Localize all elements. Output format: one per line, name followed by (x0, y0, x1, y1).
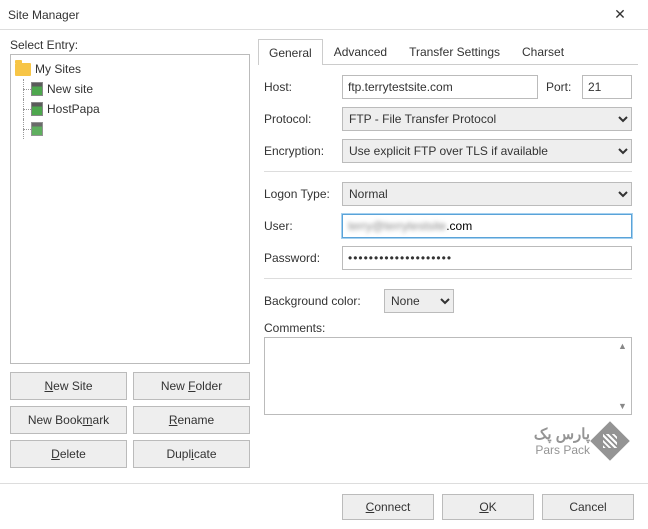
user-input[interactable]: terry@terrytestsite.com (342, 214, 632, 238)
tree-item[interactable]: HostPapa (13, 99, 247, 119)
tree-item[interactable]: New site (13, 79, 247, 99)
user-value-blurred: terry@terrytestsite (348, 219, 446, 233)
general-form: Host: Port: Protocol: FTP - File Transfe… (258, 65, 638, 415)
comments-label: Comments: (264, 321, 632, 335)
tree-line (17, 79, 31, 99)
tree-buttons: New Site New Folder New Bookmark Rename … (10, 372, 250, 468)
select-entry-label: Select Entry: (10, 38, 250, 52)
tab-general[interactable]: General (258, 39, 323, 65)
scrollbar[interactable]: ▲ ▼ (614, 338, 631, 414)
tree-line (17, 99, 31, 119)
protocol-select[interactable]: FTP - File Transfer Protocol (342, 107, 632, 131)
separator (264, 171, 632, 172)
password-input[interactable] (342, 246, 632, 270)
server-icon (31, 82, 43, 96)
host-label: Host: (264, 80, 342, 94)
new-folder-button[interactable]: New Folder (133, 372, 250, 400)
scroll-up-icon[interactable]: ▲ (615, 338, 631, 354)
left-panel: Select Entry: My Sites New site HostPapa (10, 38, 250, 468)
new-bookmark-button[interactable]: New Bookmark (10, 406, 127, 434)
server-icon (31, 102, 43, 116)
password-label: Password: (264, 251, 342, 265)
title-bar: Site Manager ✕ (0, 0, 648, 30)
port-input[interactable] (582, 75, 632, 99)
ok-button[interactable]: OK (442, 494, 534, 520)
tree-item-label: HostPapa (47, 102, 100, 116)
watermark-text-1: پارس پک (534, 425, 590, 443)
site-tree[interactable]: My Sites New site HostPapa (10, 54, 250, 364)
scroll-down-icon[interactable]: ▼ (615, 398, 631, 414)
delete-button[interactable]: Delete (10, 440, 127, 468)
background-color-label: Background color: (264, 294, 384, 308)
protocol-label: Protocol: (264, 112, 342, 126)
new-site-button[interactable]: New Site (10, 372, 127, 400)
folder-icon (15, 63, 31, 76)
tab-strip: General Advanced Transfer Settings Chars… (258, 38, 638, 65)
tree-root[interactable]: My Sites (13, 59, 247, 79)
port-label: Port: (546, 80, 582, 94)
right-panel: General Advanced Transfer Settings Chars… (258, 38, 638, 468)
watermark-logo-icon (590, 421, 630, 461)
dialog-footer: Connect OK Cancel (0, 483, 648, 529)
logon-type-select[interactable]: Normal (342, 182, 632, 206)
window-title: Site Manager (8, 8, 600, 22)
background-color-select[interactable]: None (384, 289, 454, 313)
close-icon[interactable]: ✕ (600, 6, 640, 23)
cancel-button[interactable]: Cancel (542, 494, 634, 520)
tree-root-label: My Sites (35, 62, 81, 76)
watermark: پارس پک Pars Pack (534, 425, 624, 457)
tree-item-label: New site (47, 82, 93, 96)
comments-textarea[interactable]: ▲ ▼ (264, 337, 632, 415)
tab-transfer-settings[interactable]: Transfer Settings (398, 38, 511, 64)
tree-item-blank (13, 119, 247, 139)
server-icon (31, 122, 43, 136)
duplicate-button[interactable]: Duplicate (133, 440, 250, 468)
tree-line (17, 119, 31, 139)
encryption-label: Encryption: (264, 144, 342, 158)
watermark-text-2: Pars Pack (534, 443, 590, 457)
encryption-select[interactable]: Use explicit FTP over TLS if available (342, 139, 632, 163)
tab-charset[interactable]: Charset (511, 38, 575, 64)
connect-button[interactable]: Connect (342, 494, 434, 520)
host-input[interactable] (342, 75, 538, 99)
user-label: User: (264, 219, 342, 233)
separator (264, 278, 632, 279)
logon-type-label: Logon Type: (264, 187, 342, 201)
tab-advanced[interactable]: Advanced (323, 38, 398, 64)
rename-button[interactable]: Rename (133, 406, 250, 434)
